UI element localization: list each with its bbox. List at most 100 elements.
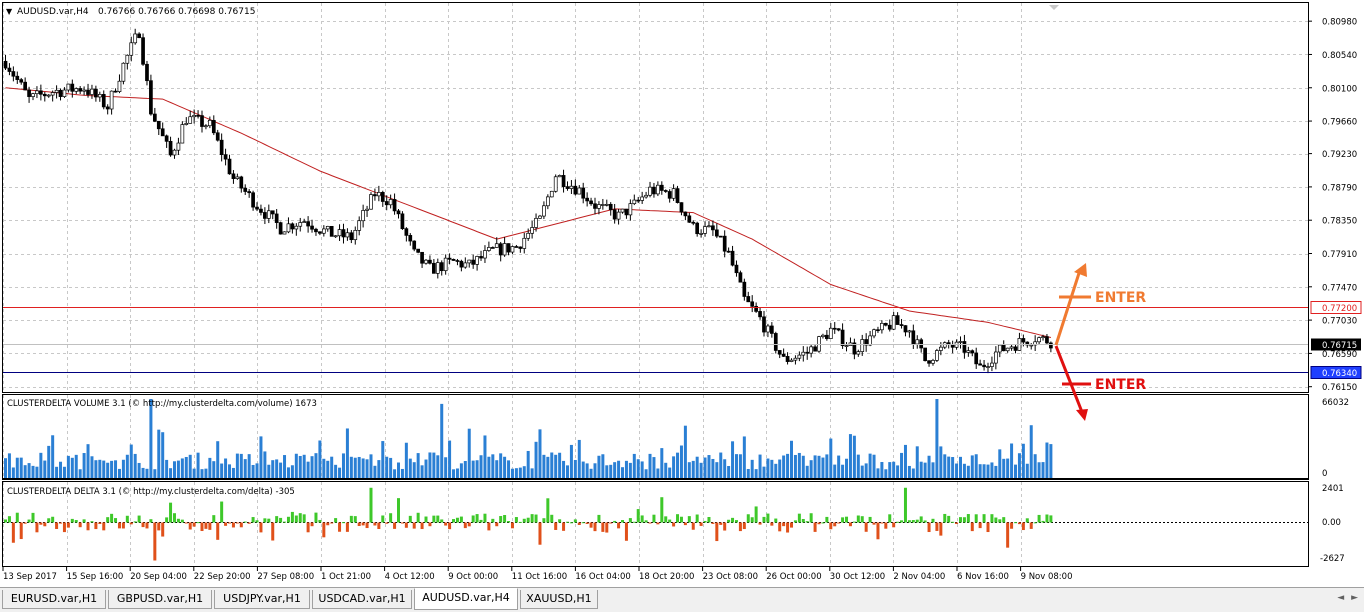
tab-scroll-arrows-icon[interactable]: ◄ ► xyxy=(1337,593,1360,603)
volume-bar xyxy=(522,466,526,479)
chart-tab[interactable]: AUDUSD.var,H4 xyxy=(414,588,518,610)
candle-body xyxy=(35,90,39,95)
delta-bar xyxy=(900,520,904,523)
candle-body xyxy=(416,248,420,253)
volume-bar xyxy=(224,458,228,479)
delta-bar xyxy=(652,514,656,523)
volume-bar xyxy=(503,456,507,479)
delta-bar xyxy=(837,522,841,524)
chart-tab[interactable]: USDJPY.var,H1 xyxy=(214,590,310,609)
delta-bar xyxy=(373,522,377,526)
volume-bar xyxy=(813,455,817,479)
delta-bar xyxy=(636,509,640,523)
volume-bar xyxy=(530,468,534,479)
chart-tab[interactable]: XAUUSD,H1 xyxy=(520,590,598,609)
candle-body xyxy=(459,260,464,268)
delta-bar xyxy=(338,522,342,532)
delta-bar xyxy=(137,515,141,523)
delta-bar xyxy=(632,521,636,523)
volume-bar xyxy=(385,456,389,479)
price-tick-label: 0.78350 xyxy=(1322,217,1357,227)
candle-body xyxy=(443,257,448,272)
candle-body xyxy=(251,192,255,208)
volume-bar xyxy=(507,460,511,479)
delta-bar xyxy=(180,519,184,523)
volume-bar xyxy=(467,428,471,479)
delta-bar xyxy=(833,522,837,527)
volume-bar xyxy=(778,459,782,479)
volume-bar xyxy=(805,465,809,479)
volume-bar xyxy=(609,464,613,479)
delta-bar xyxy=(231,522,235,528)
delta-bar xyxy=(601,522,605,532)
candle-body xyxy=(192,114,196,118)
delta-bar xyxy=(94,522,98,530)
price-tick-label: 0.76590 xyxy=(1322,350,1357,360)
candle-body xyxy=(239,176,244,189)
menu-arrow-icon[interactable]: ▼ xyxy=(6,7,13,16)
delta-bar xyxy=(648,522,652,524)
candle-body xyxy=(722,235,727,252)
candle-body xyxy=(3,60,8,69)
volume-bar xyxy=(51,435,55,479)
enter-down-label: ENTER xyxy=(1095,377,1146,393)
volume-bar xyxy=(892,461,896,479)
delta-bar xyxy=(628,518,632,523)
candle-body xyxy=(46,94,51,97)
volume-bar xyxy=(837,455,841,479)
candle-body xyxy=(542,205,546,217)
delta-bar xyxy=(271,522,275,541)
volume-bar xyxy=(55,466,59,479)
candle-body xyxy=(373,194,377,197)
delta-bar xyxy=(1033,522,1037,524)
volume-bar xyxy=(738,454,742,479)
candle-body xyxy=(876,329,880,332)
chart-tab[interactable]: GBPUSD.var,H1 xyxy=(108,590,212,609)
delta-bar xyxy=(786,522,790,533)
candle-body xyxy=(70,83,75,92)
delta-bar xyxy=(184,522,188,524)
delta-bar xyxy=(546,498,550,523)
candle-body xyxy=(357,220,362,231)
delta-bar xyxy=(719,522,723,525)
delta-bar xyxy=(589,522,593,528)
volume-bar xyxy=(306,461,310,479)
volume-bar xyxy=(711,458,715,479)
volume-bar xyxy=(436,455,440,479)
candle-body xyxy=(432,262,436,274)
delta-bar xyxy=(723,522,727,531)
delta-bar xyxy=(121,522,125,529)
candle-body xyxy=(962,341,967,353)
candle-body xyxy=(439,262,444,272)
delta-bar xyxy=(668,519,672,523)
candle-body xyxy=(801,351,806,356)
candle-body xyxy=(703,226,707,234)
candle-body xyxy=(424,259,428,264)
candle-body xyxy=(54,89,59,93)
candle-body xyxy=(408,235,413,242)
candle-body xyxy=(321,228,326,234)
volume-bar xyxy=(345,428,349,479)
volume-bar xyxy=(923,462,927,479)
candle-body xyxy=(278,222,283,235)
delta-bar xyxy=(330,522,334,524)
volume-bar xyxy=(314,453,318,479)
candle-body xyxy=(125,54,130,64)
volume-bar xyxy=(1014,464,1018,479)
chart-area[interactable]: 0.772000.763400.76715 0.809800.805400.80… xyxy=(0,0,1364,587)
volume-bar xyxy=(703,457,707,479)
volume-bar xyxy=(676,452,680,479)
candle-body xyxy=(510,246,515,253)
delta-bar xyxy=(955,522,959,524)
chart-tab[interactable]: USDCAD.var,H1 xyxy=(312,590,412,609)
candle-body xyxy=(553,176,558,192)
volume-bar xyxy=(59,461,63,479)
delta-bar xyxy=(436,515,440,523)
volume-bar xyxy=(1021,443,1025,479)
delta-bar xyxy=(487,522,491,531)
delta-bar xyxy=(672,522,676,527)
volume-bar xyxy=(821,457,825,479)
chart-tab[interactable]: EURUSD.var,H1 xyxy=(2,590,106,609)
candle-body xyxy=(742,281,747,297)
volume-bar xyxy=(958,456,962,479)
